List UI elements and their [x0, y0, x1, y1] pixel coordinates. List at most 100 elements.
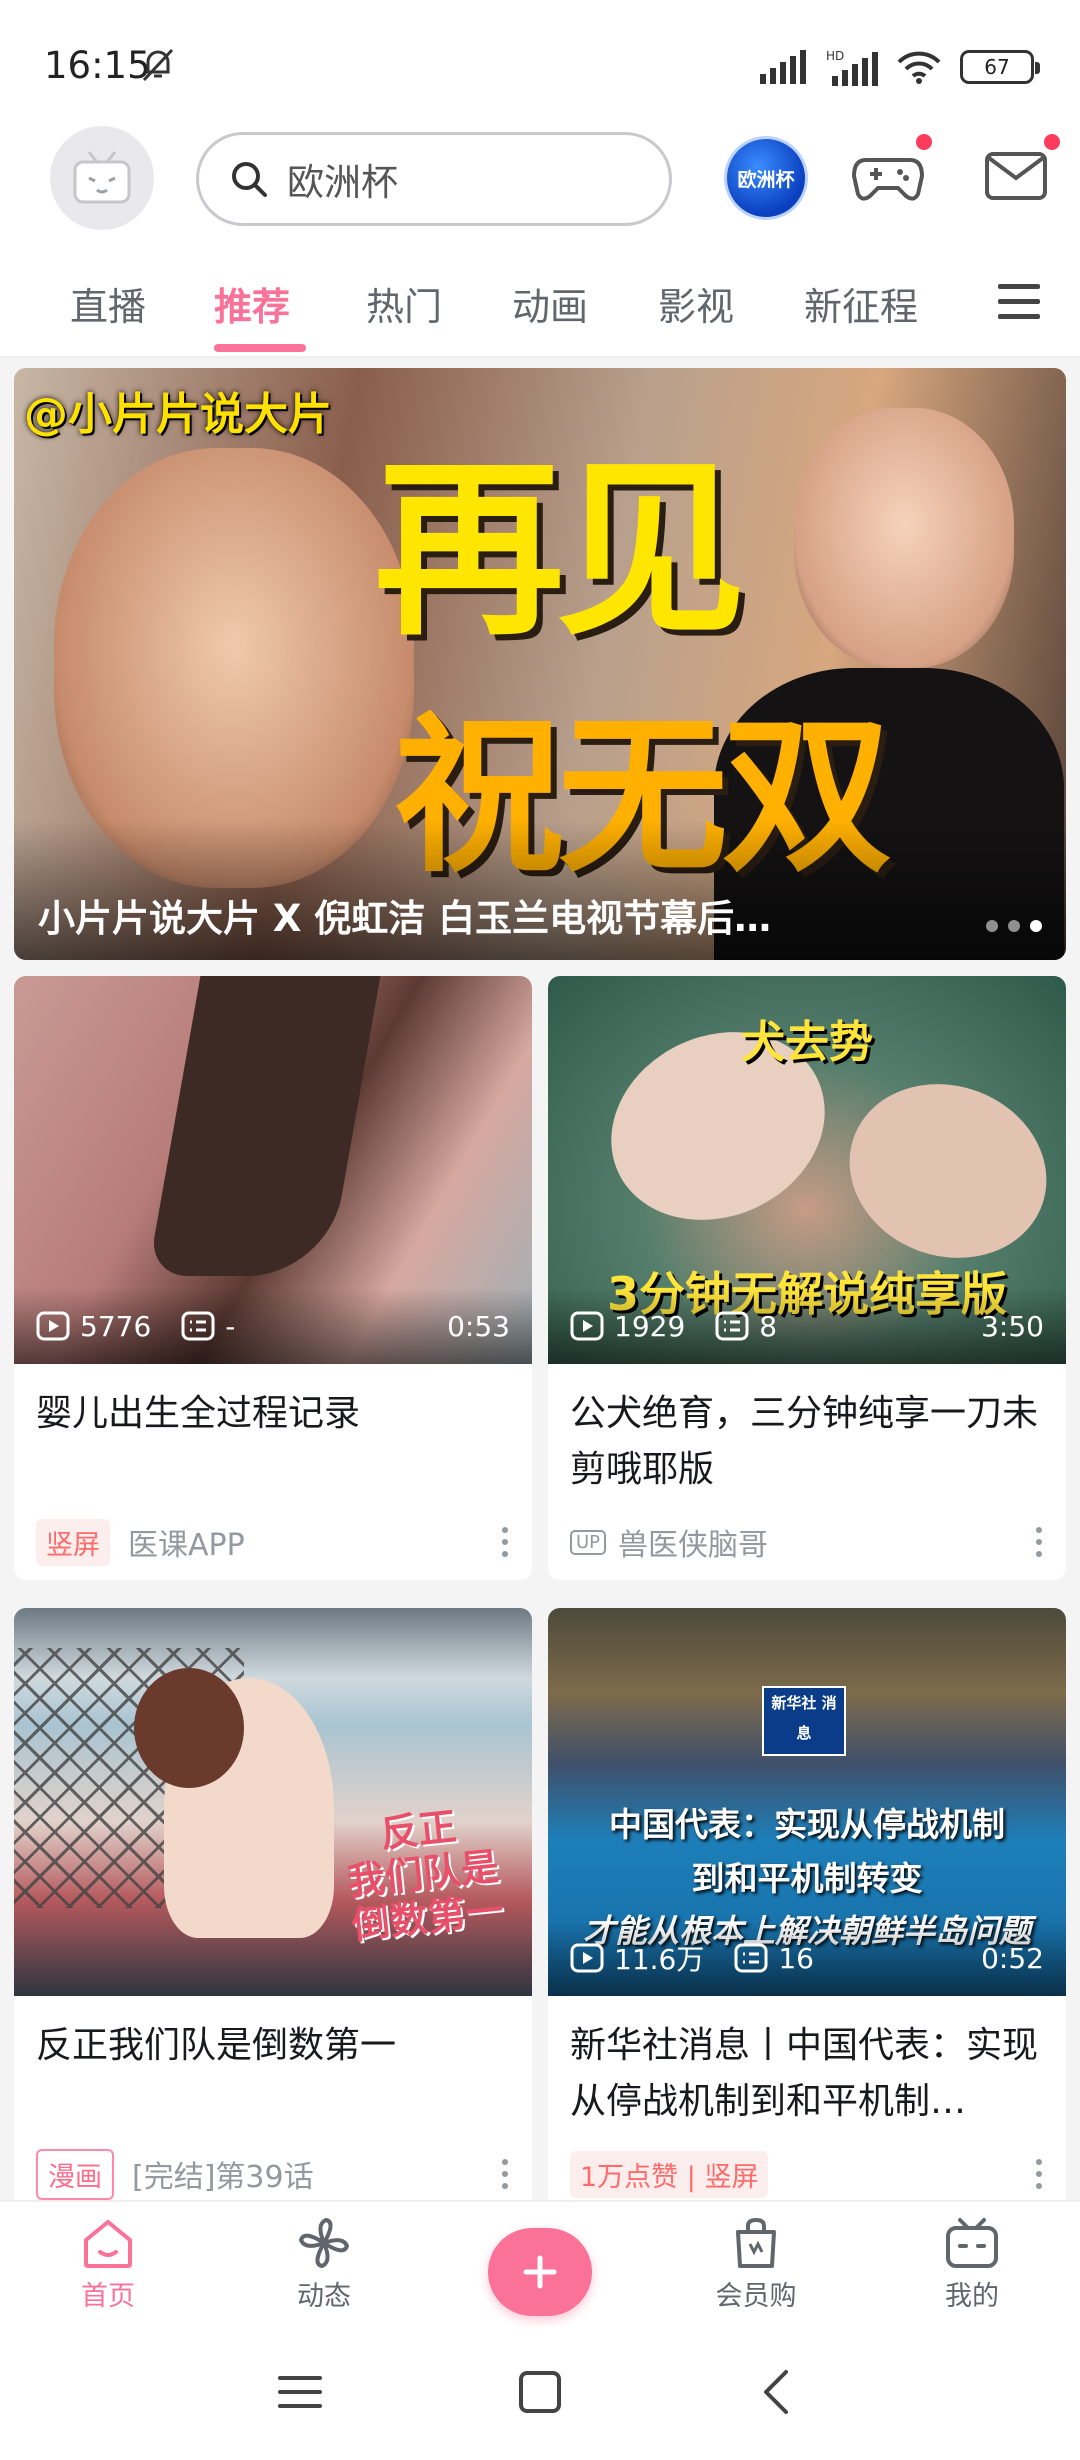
tab-hot[interactable]: 热门: [366, 276, 442, 331]
video-stats: 1929 8 3:50: [548, 1288, 1066, 1364]
pager-dot-active: [1030, 920, 1042, 932]
plus-icon: [523, 2255, 557, 2289]
wifi-icon: [897, 51, 941, 84]
video-feed: @小片片说大片 再见 祝无双 小片片说大片 X 倪虹洁 白玉兰电视节幕后… 57…: [0, 358, 1080, 2200]
video-card[interactable]: 反正 我们队是 倒数第一 反正我们队是倒数第一 漫画 [完结]第39话: [14, 1608, 532, 2200]
screen: 16:15 HD 67 欧洲杯 欧洲杯 直播 推荐 热门 动画 影视 新征程 @…: [0, 0, 1080, 2460]
video-title: 婴儿出生全过程记录: [36, 1393, 361, 1434]
vertical-badge: 竖屏: [36, 1518, 110, 1566]
nav-mine-label: 我的: [945, 2281, 999, 2312]
tab-anime[interactable]: 动画: [512, 276, 588, 331]
danmaku-count: -: [181, 1310, 235, 1343]
banner-pager: [986, 920, 1042, 932]
view-count: 11.6万: [570, 1938, 704, 1978]
play-count-icon: [36, 1311, 70, 1341]
nav-vip-shop[interactable]: 会员购: [686, 2216, 826, 2313]
video-card[interactable]: 犬去势 3分钟无解说纯享版 1929 8 3:50 公犬绝育，三分钟纯享一刀未剪…: [548, 976, 1066, 1580]
tab-menu-icon[interactable]: [998, 280, 1040, 324]
tab-live[interactable]: 直播: [70, 276, 146, 331]
recent-apps-icon[interactable]: [278, 2372, 322, 2412]
banner-watermark: @小片片说大片: [24, 389, 332, 440]
view-count: 5776: [36, 1310, 151, 1343]
more-options-icon[interactable]: [502, 2159, 510, 2189]
thumb-overlay-mid: 到和平机制转变: [691, 1859, 923, 1898]
search-bar[interactable]: 欧洲杯: [196, 132, 672, 226]
shopping-bag-icon: [736, 2217, 776, 2268]
view-count-text: 1929: [614, 1309, 686, 1343]
video-meta: 竖屏 医课APP: [14, 1504, 532, 1580]
view-count-text: 5776: [80, 1309, 152, 1343]
svg-text:HD: HD: [826, 49, 844, 63]
more-options-icon[interactable]: [502, 1527, 510, 1557]
video-title: 公犬绝育，三分钟纯享一刀未剪哦耶版: [570, 1393, 1039, 1490]
top-header: 欧洲杯 欧洲杯: [0, 120, 1080, 240]
mute-bell-icon: [142, 48, 174, 82]
manga-badge: 漫画: [36, 2148, 114, 2200]
home-square-icon[interactable]: [518, 2370, 562, 2414]
back-icon[interactable]: [760, 2368, 792, 2416]
status-bar: 16:15 HD 67: [0, 0, 1080, 120]
banner-face-right: [794, 408, 1014, 668]
thumb-shape: [147, 976, 381, 1276]
video-card[interactable]: 5776 - 0:53 婴儿出生全过程记录 竖屏 医课APP: [14, 976, 532, 1580]
euro-cup-badge[interactable]: 欧洲杯: [724, 136, 808, 220]
status-time: 16:15: [44, 44, 151, 87]
video-card[interactable]: 新华社 消息 中国代表：实现从停战机制 到和平机制转变 才能从根本上解决朝鲜半岛…: [548, 1608, 1066, 2200]
avatar[interactable]: [50, 126, 154, 230]
danmaku-icon: [181, 1311, 215, 1341]
thumb-shape: [824, 1056, 1066, 1286]
video-stats: 11.6万 16 0:52: [548, 1920, 1066, 1996]
play-count-icon: [570, 1311, 604, 1341]
video-meta: 1万点赞 | 竖屏: [548, 2136, 1066, 2200]
more-options-icon[interactable]: [1036, 2159, 1044, 2189]
video-duration: 0:53: [447, 1309, 510, 1343]
nav-mine[interactable]: 我的: [902, 2216, 1042, 2313]
episode-info: [完结]第39话: [132, 2160, 314, 2195]
video-meta: UP 兽医侠脑哥: [548, 1504, 1066, 1580]
danmaku-count-text: 8: [759, 1309, 778, 1343]
tab-film[interactable]: 影视: [658, 276, 734, 331]
nav-dynamic[interactable]: 动态: [254, 2216, 394, 2313]
nav-vip-label: 会员购: [715, 2281, 797, 2312]
video-author[interactable]: 兽医侠脑哥: [618, 1520, 768, 1564]
more-options-icon[interactable]: [1036, 1527, 1044, 1557]
upload-plus-button[interactable]: [488, 2228, 592, 2316]
euro-cup-label: 欧洲杯: [737, 168, 795, 191]
bottom-nav: 首页 动态 会员购 我的: [0, 2200, 1080, 2328]
bilibili-tv-avatar-icon: [73, 151, 131, 204]
game-controller-icon[interactable]: [852, 146, 924, 206]
tv-icon: [946, 2218, 998, 2268]
video-author[interactable]: 医课APP: [128, 1520, 245, 1564]
game-notification-dot: [916, 134, 932, 150]
view-count: 1929: [570, 1310, 685, 1343]
search-icon: [232, 162, 267, 197]
tab-recommend[interactable]: 推荐: [214, 276, 290, 331]
status-icons: HD 67: [760, 48, 1040, 86]
mail-notification-dot: [1044, 134, 1060, 150]
banner-title: 小片片说大片 X 倪虹洁 白玉兰电视节幕后…: [38, 897, 772, 940]
mail-icon[interactable]: [984, 148, 1048, 204]
pinwheel-icon: [299, 2218, 349, 2268]
battery-level: 67: [984, 55, 1010, 79]
view-count-text: 11.6万: [614, 1943, 705, 1976]
nav-home[interactable]: 首页: [38, 2216, 178, 2313]
video-title: 新华社消息丨中国代表：实现从停战机制到和平机制…: [570, 2025, 1039, 2122]
search-placeholder: 欧洲杯: [287, 161, 398, 204]
thumb-overlay-top: 中国代表：实现从停战机制: [609, 1805, 1005, 1844]
danmaku-count-text: -: [225, 1309, 236, 1343]
video-thumbnail: 反正 我们队是 倒数第一: [14, 1608, 532, 1996]
danmaku-icon: [734, 1943, 768, 1973]
banner-carousel[interactable]: @小片片说大片 再见 祝无双 小片片说大片 X 倪虹洁 白玉兰电视节幕后…: [14, 368, 1066, 960]
channel-tabs: 直播 推荐 热门 动画 影视 新征程: [0, 258, 1080, 358]
video-duration: 3:50: [981, 1309, 1044, 1343]
danmaku-count: 8: [715, 1310, 777, 1343]
system-nav-bar: [0, 2328, 1080, 2460]
likes-badge: 1万点赞 | 竖屏: [570, 2150, 769, 2198]
tab-new-journey[interactable]: 新征程: [804, 276, 918, 331]
play-count-icon: [570, 1943, 604, 1973]
thumb-overlay-top: 犬去势: [741, 1017, 873, 1068]
video-title: 反正我们队是倒数第一: [36, 2025, 397, 2066]
xinhua-logo: 新华社 消息: [762, 1686, 846, 1756]
banner-headline-1: 再见: [374, 438, 746, 661]
pager-dot: [1008, 920, 1020, 932]
